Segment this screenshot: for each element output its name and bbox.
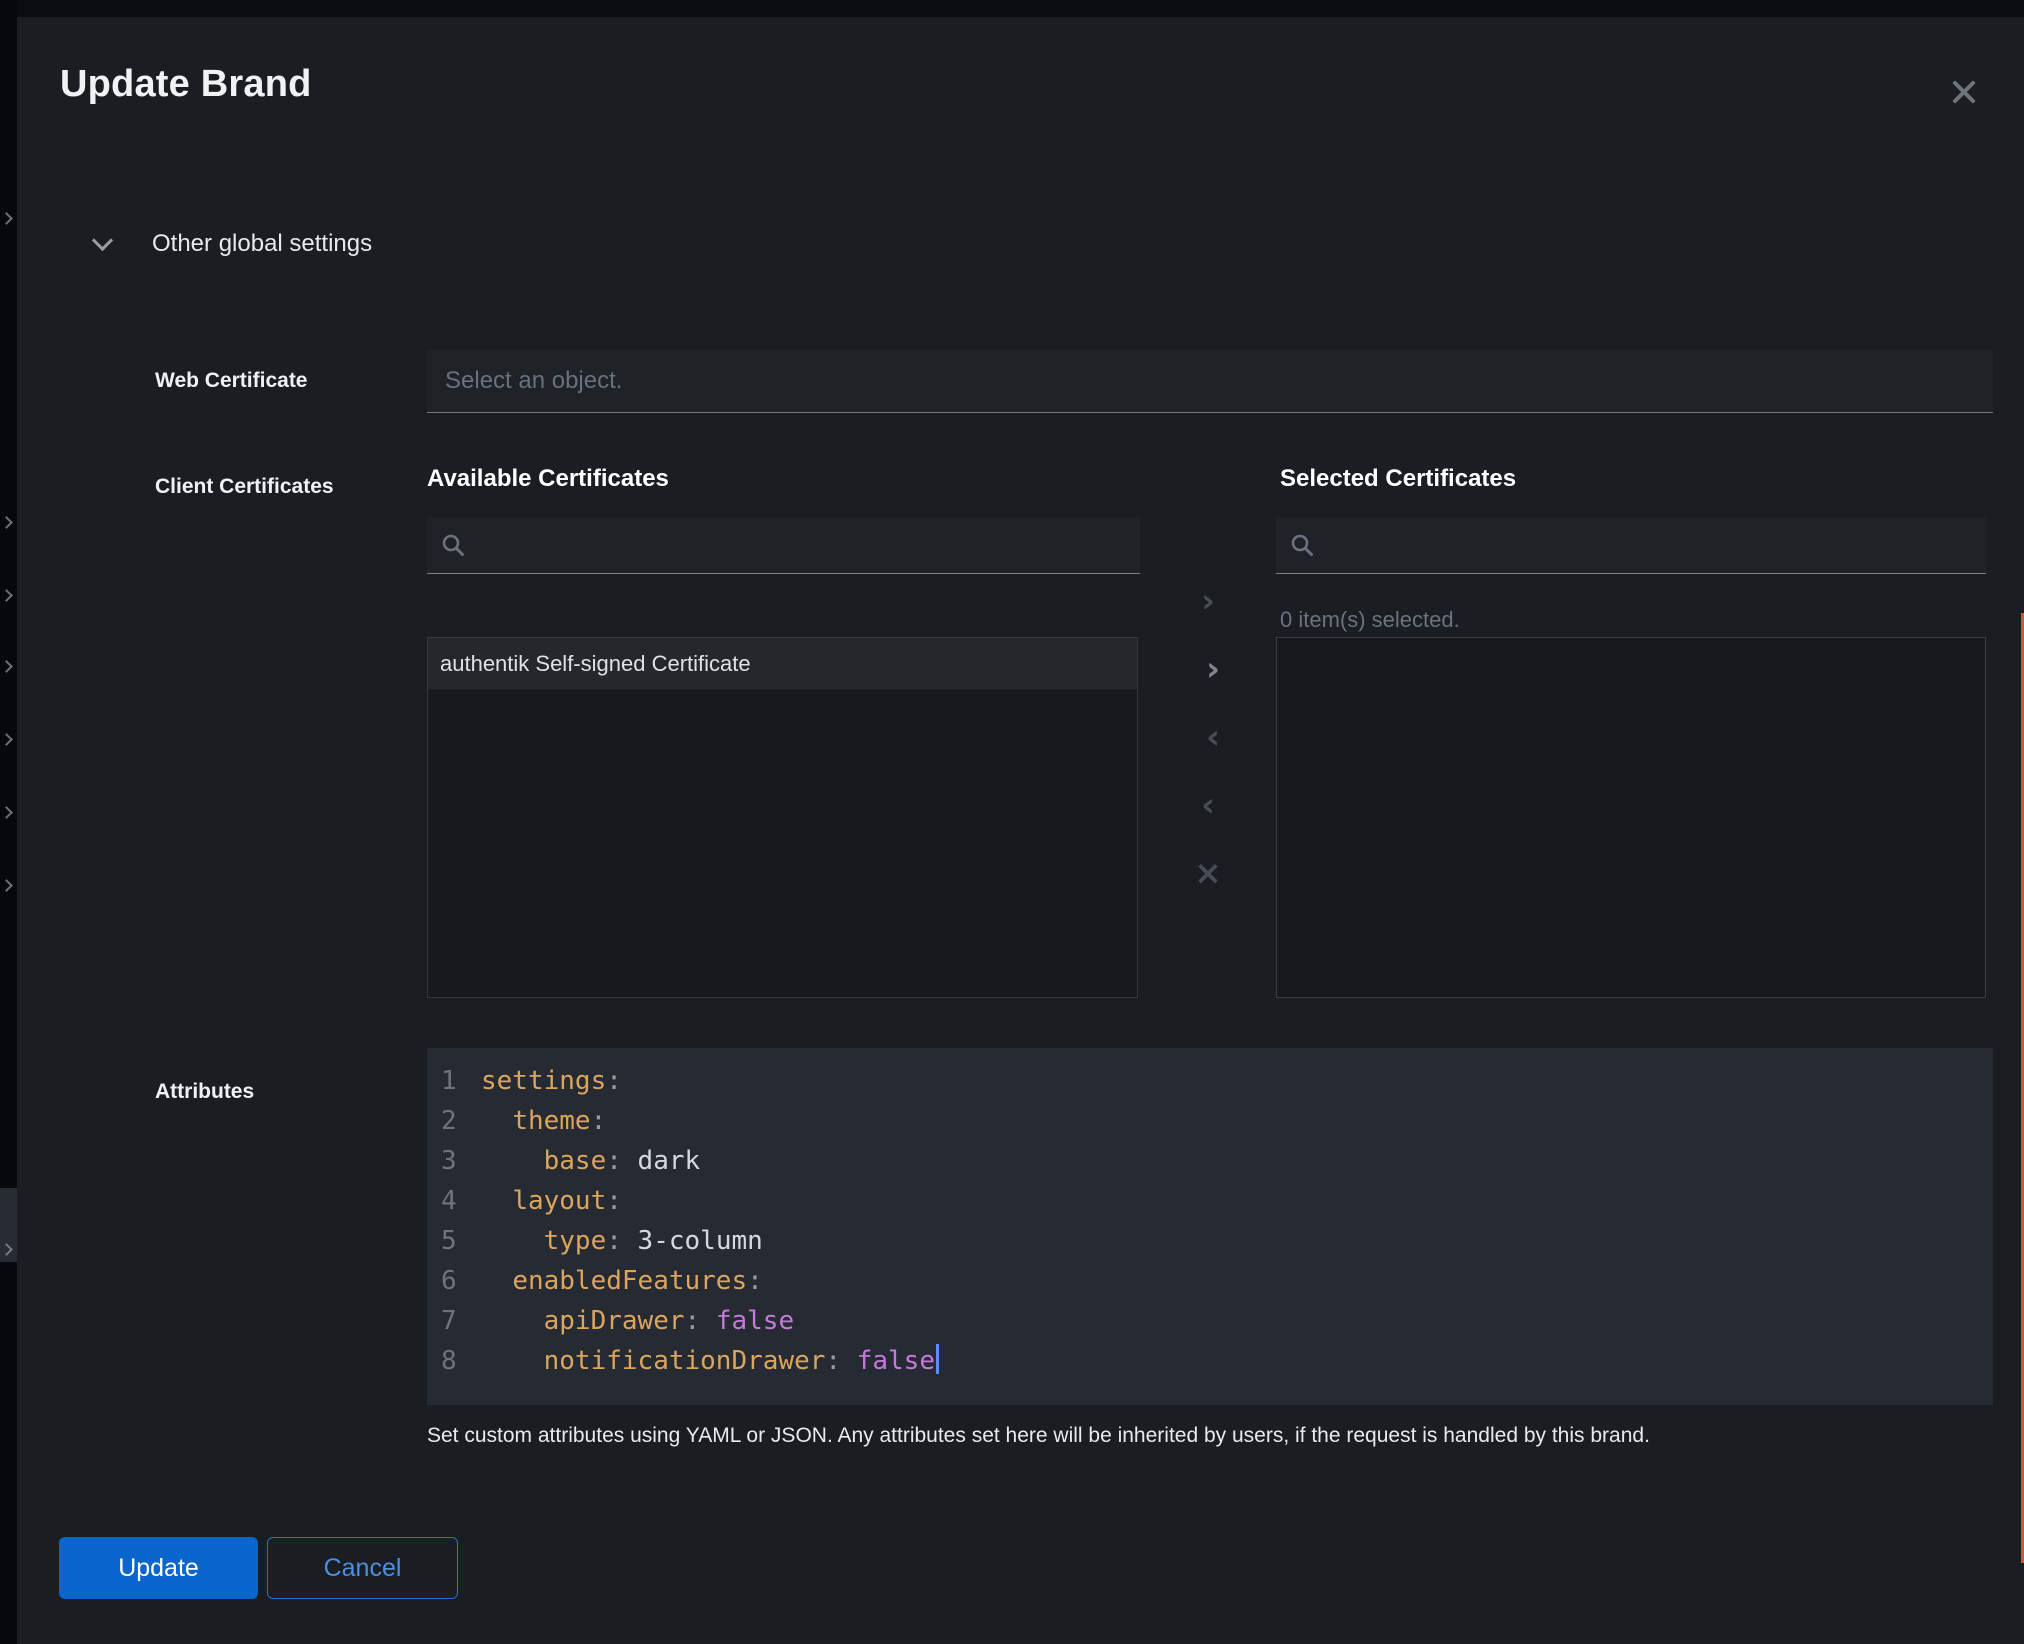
close-button[interactable] xyxy=(1944,73,1984,113)
attributes-code-editor[interactable]: 1settings:2 theme:3 base: dark4 layout:5… xyxy=(427,1048,1993,1405)
attributes-label: Attributes xyxy=(155,1080,254,1104)
chevron-right-icon xyxy=(0,660,13,673)
available-certificates-header: Available Certificates xyxy=(427,465,669,493)
background-sidebar xyxy=(0,0,17,1644)
selected-certificates-header: Selected Certificates xyxy=(1280,465,1516,493)
text-cursor xyxy=(936,1344,939,1374)
chevron-down-icon xyxy=(92,229,113,250)
available-search xyxy=(427,517,1140,574)
code-line: 7 apiDrawer: false xyxy=(441,1301,1993,1341)
web-certificate-label: Web Certificate xyxy=(155,369,308,393)
other-global-settings-toggle[interactable]: Other global settings xyxy=(95,230,372,258)
web-certificate-select[interactable] xyxy=(427,350,1993,413)
chevron-right-icon xyxy=(0,589,13,602)
code-line: 6 enabledFeatures: xyxy=(441,1261,1993,1301)
update-button[interactable]: Update xyxy=(59,1537,258,1599)
code-line: 5 type: 3-column xyxy=(441,1221,1993,1261)
attributes-help-text: Set custom attributes using YAML or JSON… xyxy=(427,1424,1993,1448)
move-all-left-button[interactable]: ‹‹ xyxy=(1178,719,1238,755)
selected-certificates-list xyxy=(1276,637,1986,998)
selected-search xyxy=(1276,517,1986,574)
close-icon xyxy=(1950,78,1978,106)
code-line: 1settings: xyxy=(441,1061,1993,1101)
certificate-list-item[interactable]: authentik Self-signed Certificate xyxy=(428,638,1137,690)
search-icon xyxy=(1290,533,1314,557)
code-lines: 1settings:2 theme:3 base: dark4 layout:5… xyxy=(441,1061,1993,1381)
code-line: 3 base: dark xyxy=(441,1141,1993,1181)
chevron-right-icon xyxy=(0,733,13,746)
search-icon xyxy=(441,533,465,557)
dual-list-controls: ›››‹‹‹× xyxy=(1140,583,1276,891)
code-line: 8 notificationDrawer: false xyxy=(441,1341,1993,1381)
move-left-button[interactable]: ‹ xyxy=(1178,787,1238,823)
cancel-button[interactable]: Cancel xyxy=(267,1537,458,1599)
selected-search-input[interactable] xyxy=(1326,517,1972,573)
chevron-right-icon xyxy=(0,516,13,529)
section-label: Other global settings xyxy=(152,230,372,258)
move-right-button[interactable]: › xyxy=(1178,583,1238,619)
clear-selection-button[interactable]: × xyxy=(1178,855,1238,891)
client-certificates-label: Client Certificates xyxy=(155,475,334,499)
available-search-input[interactable] xyxy=(477,517,1126,573)
code-line: 4 layout: xyxy=(441,1181,1993,1221)
chevron-right-icon xyxy=(0,879,13,892)
chevron-right-icon xyxy=(0,806,13,819)
selected-count-status: 0 item(s) selected. xyxy=(1280,607,1460,633)
modal-title: Update Brand xyxy=(60,63,312,106)
move-all-right-button[interactable]: ›› xyxy=(1178,651,1238,687)
available-certificates-list: authentik Self-signed Certificate xyxy=(427,637,1138,998)
update-brand-modal: Update Brand Other global settings Web C… xyxy=(17,17,2024,1644)
code-line: 2 theme: xyxy=(441,1101,1993,1141)
chevron-right-icon xyxy=(0,212,13,225)
